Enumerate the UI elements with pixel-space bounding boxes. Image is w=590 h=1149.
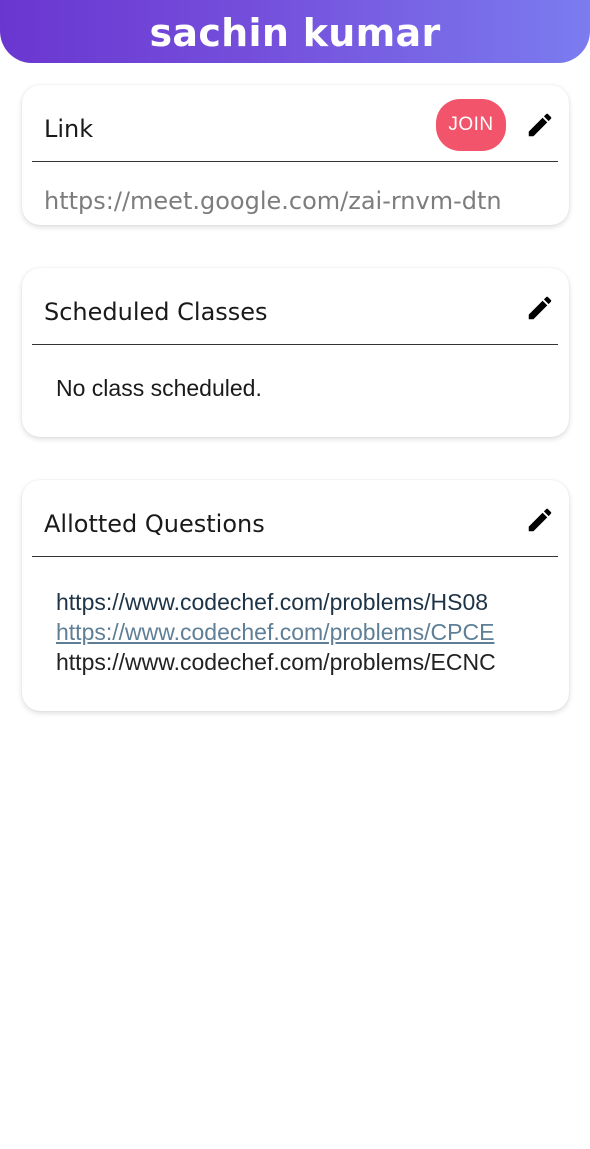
no-class-message: No class scheduled. <box>56 375 262 401</box>
app-header: sachin kumar <box>0 0 590 63</box>
edit-questions-button[interactable] <box>523 503 557 537</box>
edit-link-button[interactable] <box>523 108 557 142</box>
link-card-title: Link <box>44 115 94 143</box>
question-link[interactable]: https://www.codechef.com/problems/HS08 <box>56 587 548 617</box>
scheduled-card-title: Scheduled Classes <box>44 298 268 326</box>
pencil-icon <box>528 296 552 320</box>
pencil-icon <box>528 508 552 532</box>
questions-card-title: Allotted Questions <box>44 510 265 538</box>
question-link[interactable]: https://www.codechef.com/problems/ECNC <box>56 647 548 677</box>
meeting-link-url[interactable]: https://meet.google.com/zai-rnvm-dtn <box>44 187 544 215</box>
scheduled-classes-card: Scheduled Classes No class scheduled. <box>22 268 569 437</box>
link-card-header: Link JOIN <box>32 85 558 162</box>
scheduled-card-header: Scheduled Classes <box>32 268 558 345</box>
questions-card-header: Allotted Questions <box>32 480 558 557</box>
question-list: https://www.codechef.com/problems/HS08 h… <box>56 587 548 677</box>
edit-schedule-button[interactable] <box>523 291 557 325</box>
allotted-questions-card: Allotted Questions https://www.codechef.… <box>22 480 569 711</box>
question-link[interactable]: https://www.codechef.com/problems/CPCE <box>56 617 548 647</box>
link-card: Link JOIN https://meet.google.com/zai-rn… <box>22 85 569 225</box>
pencil-icon <box>528 113 552 137</box>
user-name-title: sachin kumar <box>149 10 441 55</box>
join-button[interactable]: JOIN <box>436 99 506 151</box>
